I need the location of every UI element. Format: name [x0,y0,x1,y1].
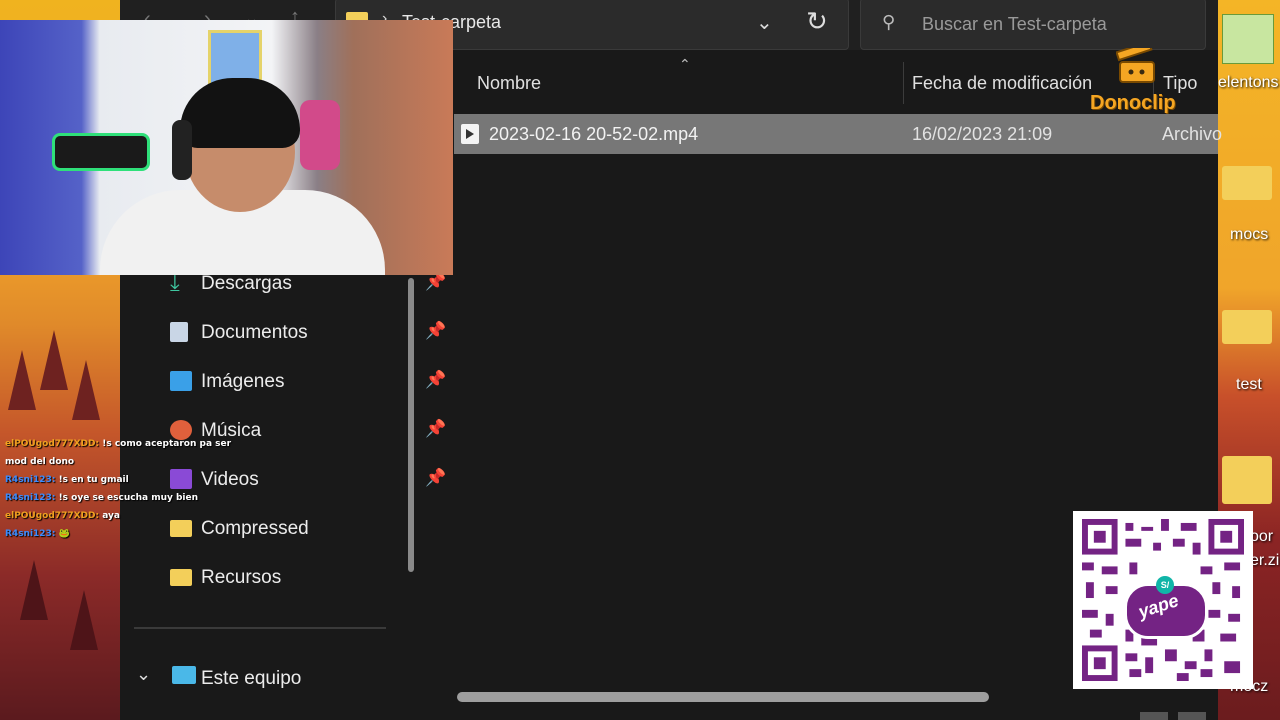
file-type: Archivo [1162,124,1223,144]
chat-message: R4sni123: !s en tu gmail [5,471,245,489]
donoclip-brand: Donoclip [1090,92,1176,114]
chevron-down-icon[interactable]: ⌄ [136,664,151,685]
desktop-shortcut-icon[interactable] [1222,14,1274,64]
person-hair [180,78,300,148]
desktop-icon-label[interactable]: elentons [1218,74,1279,92]
folder-icon[interactable] [1222,166,1272,200]
zip-folder-icon[interactable] [1222,456,1272,504]
pin-icon[interactable]: 📌 [425,321,446,341]
file-row[interactable]: 2023-02-16 20-52-02.mp4 16/02/2023 21:09… [454,114,1222,154]
chevron-down-icon[interactable]: ⌄ [756,10,773,35]
nav-item-label: Recursos [201,567,282,588]
nav-item-label: Este equipo [201,668,302,689]
file-modified: 16/02/2023 21:09 [912,124,1053,144]
stream-chat: elPOUgod777XDD: !s como aceptaron pa ser… [5,435,245,543]
chat-username: R4sni123: [5,475,56,485]
chat-message: R4sni123: !s oye se escucha muy bien [5,489,245,507]
headphones [172,120,192,180]
nav-item-label: Descargas [201,273,292,294]
chat-message: elPOUgod777XDD: aya [5,507,245,525]
video-file-icon [461,124,479,144]
nav-item-label: Documentos [201,322,308,343]
details-view-icon[interactable] [1140,712,1168,720]
sort-ascending-icon: ⌃ [679,56,691,72]
desktop-icon-label[interactable]: test [1236,376,1262,394]
pin-icon[interactable]: 📌 [425,272,446,292]
chat-username: elPOUgod777XDD: [5,439,100,449]
nav-item-imagenes[interactable]: Imágenes 📌 [170,362,446,406]
refresh-icon[interactable]: ↻ [806,6,828,37]
chat-message: elPOUgod777XDD: !s como aceptaron pa ser… [5,435,245,471]
chat-message: R4sni123: 🐸 [5,525,245,543]
desktop-icon-label[interactable]: er.zi [1250,552,1279,570]
folder-icon[interactable] [1222,310,1272,344]
nav-item-documentos[interactable]: Documentos 📌 [170,313,446,357]
chat-username: elPOUgod777XDD: [5,511,100,521]
column-header-name[interactable]: Nombre [477,73,541,94]
pin-icon[interactable]: 📌 [425,419,446,439]
chat-text: !s oye se escucha muy bien [58,493,199,503]
nav-divider [134,627,386,629]
chat-username: R4sni123: [5,493,56,503]
column-header-type[interactable]: Tipo [1163,73,1197,94]
nav-item-recursos[interactable]: Recursos [170,558,420,602]
chat-text: 🐸 [58,529,70,539]
search-input[interactable]: Buscar en Test-carpeta [922,14,1107,35]
document-icon [170,322,188,342]
pin-icon[interactable]: 📌 [425,370,446,390]
desktop-icon-label[interactable]: oor [1250,528,1273,546]
nav-scrollbar[interactable] [408,278,414,572]
image-icon [170,371,192,391]
folder-icon [170,569,192,586]
chat-text: aya [102,511,120,521]
microphone [52,133,150,171]
chat-username: R4sni123: [5,529,56,539]
file-name: 2023-02-16 20-52-02.mp4 [489,124,699,144]
nav-item-label: Imágenes [201,371,285,392]
pin-icon[interactable]: 📌 [425,468,446,488]
webcam-overlay [0,20,453,275]
computer-icon [172,666,196,684]
column-divider[interactable] [903,62,904,104]
horizontal-scrollbar[interactable] [457,692,989,702]
nav-item-este-equipo[interactable]: ⌄ Este equipo [136,660,396,696]
desktop-icon-label[interactable]: mocs [1230,226,1268,244]
clapperboard-icon [1116,48,1155,83]
search-icon: ⚲ [882,12,896,32]
column-header-modified[interactable]: Fecha de modificación [912,73,1092,94]
tiles-view-icon[interactable] [1178,712,1206,720]
chat-text: !s en tu gmail [58,475,129,485]
toy-figure [300,100,340,170]
